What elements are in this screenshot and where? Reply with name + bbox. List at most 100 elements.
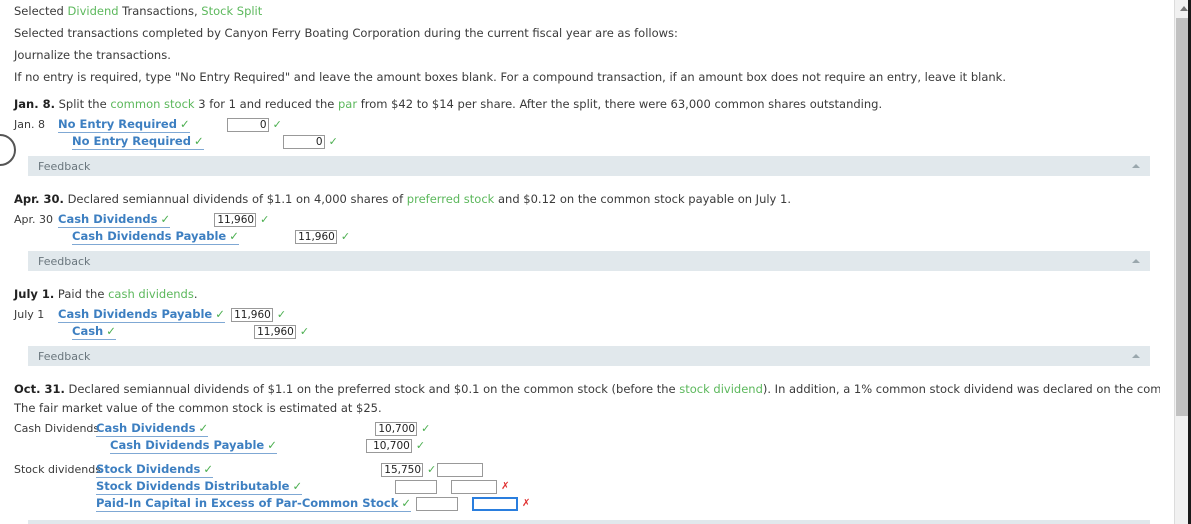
glossary-link-dividend[interactable]: Dividend [68, 4, 119, 18]
prompt-jan8: Jan. 8. Split the common stock 3 for 1 a… [0, 93, 1160, 115]
credit-check-icon: ✓ [328, 135, 338, 148]
entry-date-blank [14, 135, 58, 148]
account-label: No Entry Required [58, 116, 177, 131]
journal-row: Stock Dividends Distributable ✓ ✗ [14, 478, 1160, 495]
intro-line-2: Journalize the transactions. [14, 48, 171, 62]
prompt-date-oct31: Oct. 31. [14, 382, 65, 396]
prompt-apr30-b: and $0.12 on the common stock payable on… [494, 192, 791, 206]
debit-check-icon: ✓ [260, 213, 270, 226]
title-prefix: Selected [14, 4, 68, 18]
debit-amount-input[interactable] [230, 307, 273, 322]
check-icon: ✓ [401, 495, 412, 510]
journal-row: Cash Dividends Payable✓ ✓ [14, 228, 1160, 245]
account-label: Cash Dividends [58, 211, 158, 226]
entry-date-july1: July 1 [14, 308, 45, 321]
account-select-oct31-paid-in-capital[interactable]: Paid-In Capital in Excess of Par-Common … [96, 495, 412, 512]
glossary-link-cash-dividends[interactable]: cash dividends [108, 287, 194, 301]
check-icon: ✓ [229, 228, 239, 243]
check-icon: ✓ [292, 478, 303, 493]
account-select-jan8-credit[interactable]: No Entry Required ✓ [72, 134, 204, 150]
glossary-link-preferred-stock[interactable]: preferred stock [407, 192, 495, 206]
journal-row: July 1 Cash Dividends Payable✓ ✓ [14, 306, 1160, 323]
check-icon: ✓ [160, 211, 171, 226]
prompt-july1-a: Paid the [54, 287, 109, 301]
glossary-link-stock-split[interactable]: Stock Split [201, 4, 262, 18]
account-select-oct31-stock-dividends-distributable[interactable]: Stock Dividends Distributable ✓ [96, 478, 303, 495]
credit-amount-input[interactable] [365, 438, 412, 453]
debit-amount-input[interactable] [214, 212, 257, 227]
credit-amount-input[interactable] [282, 134, 325, 149]
journal-entry-july1: July 1 Cash Dividends Payable✓ ✓ Cash✓ ✓ [0, 306, 1160, 340]
glossary-link-common-stock[interactable]: common stock [110, 97, 194, 111]
entry-date-jan8: Jan. 8 [14, 118, 45, 131]
chevron-up-icon[interactable] [1132, 164, 1140, 168]
debit-amount-input[interactable] [416, 496, 459, 511]
prompt-july1: July 1. Paid the cash dividends. [0, 283, 1160, 305]
intro-line-3: If no entry is required, type "No Entry … [14, 70, 1006, 84]
account-select-apr30-debit[interactable]: Cash Dividends ✓ [58, 211, 171, 228]
debit-check-icon: ✓ [272, 118, 282, 131]
prompt-oct31-b: ). In addition, a 1% common stock divide… [762, 382, 1160, 396]
account-select-oct31-stock-dividends[interactable]: Stock Dividends ✓ [96, 461, 214, 478]
feedback-bar-jan8[interactable]: Feedback [28, 156, 1150, 176]
prompt-apr30: Apr. 30. Declared semiannual dividends o… [0, 188, 1160, 210]
prompt-july1-b: . [193, 287, 198, 301]
prompt-jan8-c: from $42 to $14 per share. After the spl… [357, 97, 883, 111]
debit-mark-empty [458, 497, 472, 510]
credit-amount-input-focused[interactable] [472, 496, 519, 511]
journal-row: Cash Dividends Payable✓ ✓ [14, 437, 1160, 454]
prompt-jan8-b: 3 for 1 and reduced the [194, 97, 338, 111]
glossary-link-par[interactable]: par [338, 97, 357, 111]
credit-amount-input[interactable] [294, 229, 337, 244]
check-icon: ✓ [203, 461, 214, 476]
account-cell: Cash Dividends Payable ✓ [58, 229, 239, 245]
account-cell: No Entry Required ✓ [58, 117, 190, 133]
journal-row: Cash✓ ✓ [14, 323, 1160, 340]
chevron-up-icon[interactable] [1132, 354, 1140, 358]
feedback-label: Feedback [38, 159, 91, 173]
account-label: No Entry Required [72, 133, 191, 148]
entry-date-blank [14, 325, 58, 338]
debit-amount-input[interactable] [381, 462, 424, 477]
group-label-blank [14, 497, 96, 510]
feedback-label: Feedback [38, 254, 91, 268]
credit-error-icon: ✗ [522, 498, 531, 509]
account-select-oct31-cash-dividends[interactable]: Cash Dividends ✓ [96, 420, 209, 437]
prompt-oct31-line1: Oct. 31. Declared semiannual dividends o… [0, 378, 1160, 400]
prompt-date-apr30: Apr. 30. [14, 192, 64, 206]
prompt-date-july1: July 1. [14, 287, 55, 301]
journal-row: Stock dividends Stock Dividends✓ ✓ [14, 461, 1160, 478]
journal-row: Cash Dividends Cash Dividends✓ ✓ [14, 420, 1160, 437]
account-select-jan8-debit[interactable]: No Entry Required ✓ [58, 117, 190, 133]
journal-entry-oct31: Cash Dividends Cash Dividends✓ ✓ Cash Di… [0, 420, 1160, 512]
debit-amount-input[interactable] [226, 117, 269, 132]
account-select-july1-credit[interactable]: Cash ✓ [72, 324, 116, 340]
credit-amount-input[interactable] [451, 479, 498, 494]
feedback-bar-july1[interactable]: Feedback [28, 346, 1150, 366]
account-select-apr30-credit[interactable]: Cash Dividends Payable ✓ [72, 229, 239, 245]
debit-check-icon: ✓ [427, 463, 437, 476]
journal-row: Apr. 30 Cash Dividends✓ ✓ [14, 211, 1160, 228]
account-label: Stock Dividends [96, 461, 201, 476]
debit-amount-input[interactable] [375, 421, 418, 436]
credit-amount-input[interactable] [437, 462, 484, 477]
account-select-oct31-cash-dividends-payable[interactable]: Cash Dividends Payable ✓ [110, 438, 277, 454]
account-label: Cash Dividends [96, 420, 196, 435]
glossary-link-stock-dividend[interactable]: stock dividend [679, 382, 763, 396]
intro-line-1: Selected transactions completed by Canyo… [14, 26, 678, 40]
credit-amount-input[interactable] [253, 324, 296, 339]
feedback-bar-oct31[interactable]: Feedback [28, 520, 1150, 524]
debit-amount-input[interactable] [395, 479, 438, 494]
check-icon: ✓ [198, 420, 209, 435]
account-select-july1-debit[interactable]: Cash Dividends Payable ✓ [58, 307, 225, 323]
debit-mark-empty [269, 135, 283, 148]
group-label-cash-dividends: Cash Dividends [14, 422, 100, 435]
entry-date-blank [14, 230, 58, 243]
prompt-jan8-a: Split the [54, 97, 111, 111]
exercise-content: Selected Dividend Transactions, Stock Sp… [0, 0, 1160, 524]
feedback-bar-apr30[interactable]: Feedback [28, 251, 1150, 271]
journal-row: No Entry Required✓ ✓ [14, 133, 1160, 150]
account-label: Paid-In Capital in Excess of Par-Common … [96, 495, 399, 510]
account-cell: Cash Dividends Payable ✓ [96, 438, 277, 454]
chevron-up-icon[interactable] [1132, 259, 1140, 263]
